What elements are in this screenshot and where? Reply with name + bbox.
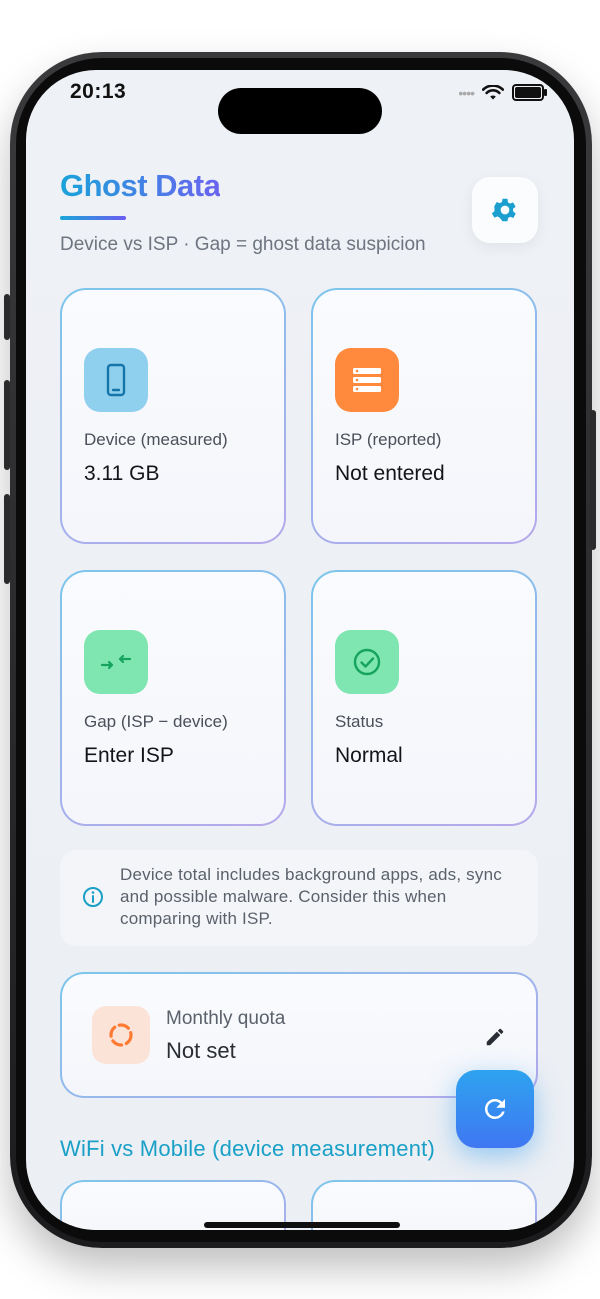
- volume-down-button: [4, 494, 10, 584]
- phone-icon: [84, 348, 148, 412]
- server-icon: [335, 348, 399, 412]
- section-title: WiFi vs Mobile (device measurement): [60, 1136, 435, 1161]
- card-value: Not entered: [335, 462, 445, 485]
- mute-switch: [4, 294, 10, 340]
- refresh-icon: [484, 1099, 505, 1119]
- home-indicator: [204, 1222, 400, 1228]
- app-screen: 20:13 •••• Ghost Data Device vs ISP · Ga…: [26, 70, 574, 1230]
- card-value: Normal: [335, 744, 403, 767]
- refresh-button[interactable]: [456, 1070, 534, 1148]
- battery-icon: [512, 84, 547, 101]
- signal-dots-icon: ••••: [458, 84, 475, 101]
- gap-card: Gap (ISP − device) Enter ISP: [60, 570, 286, 826]
- status-icons: ••••: [458, 84, 547, 101]
- page-subtitle: Device vs ISP · Gap = ghost data suspici…: [60, 234, 426, 255]
- pencil-icon: [486, 1028, 504, 1046]
- volume-up-button: [4, 380, 10, 470]
- info-banner: Device total includes background apps, a…: [60, 850, 538, 946]
- page-title: Ghost Data: [60, 168, 221, 203]
- quota-ring-icon: [92, 1006, 150, 1064]
- compare-arrows-icon: [84, 630, 148, 694]
- wifi-icon: [482, 84, 504, 99]
- card-label: Device (measured): [84, 430, 228, 449]
- card-value: Enter ISP: [84, 744, 174, 767]
- info-text: Device total includes background apps, a…: [120, 865, 502, 928]
- settings-button[interactable]: [472, 177, 538, 243]
- card-label: ISP (reported): [335, 430, 442, 449]
- card-label: Status: [335, 712, 384, 731]
- device-measured-card: Device (measured) 3.11 GB: [60, 288, 286, 544]
- quota-label: Monthly quota: [166, 1008, 286, 1029]
- card-value: 3.11 GB: [84, 462, 160, 485]
- check-circle-icon: [335, 630, 399, 694]
- status-time: 20:13: [70, 80, 127, 103]
- card-label: Gap (ISP − device): [84, 712, 228, 731]
- gear-icon: [491, 198, 516, 222]
- dynamic-island: [218, 88, 382, 134]
- quota-value: Not set: [166, 1038, 236, 1063]
- edit-quota-button[interactable]: [480, 1022, 510, 1052]
- info-icon: [83, 887, 103, 907]
- status-card: Status Normal: [311, 570, 537, 826]
- power-button: [590, 410, 596, 550]
- title-underline: [60, 216, 126, 220]
- isp-reported-card: ISP (reported) Not entered: [311, 288, 537, 544]
